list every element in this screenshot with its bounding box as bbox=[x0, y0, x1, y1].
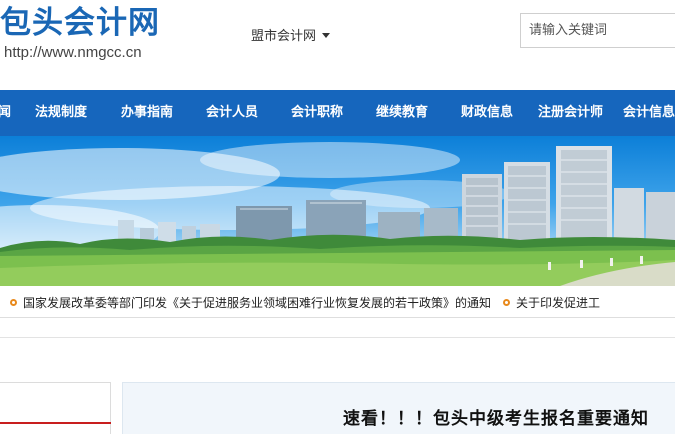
nav-item-guide[interactable]: 办事指南 bbox=[121, 90, 173, 136]
nav-item-news[interactable]: 闻 bbox=[0, 90, 11, 136]
site-header: 包头会计网 http://www.nmgcc.cn 盟市会计网 bbox=[0, 0, 675, 90]
nav-item-cpa[interactable]: 注册会计师 bbox=[538, 90, 603, 136]
left-panel-accent-bar bbox=[0, 422, 111, 424]
chevron-down-icon bbox=[322, 33, 331, 38]
nav-item-regulations[interactable]: 法规制度 bbox=[35, 90, 87, 136]
bullet-icon bbox=[503, 299, 511, 306]
ticker-link[interactable]: 国家发展改革委等部门印发《关于促进服务业领域困难行业恢复发展的若干政策》的通知 bbox=[23, 294, 491, 311]
nav-item-education[interactable]: 继续教育 bbox=[376, 90, 428, 136]
nav-item-titles[interactable]: 会计职称 bbox=[291, 90, 343, 136]
site-logo-title[interactable]: 包头会计网 bbox=[0, 2, 160, 44]
left-news-panel bbox=[0, 382, 111, 434]
headline-link[interactable]: 速看！！！包头中级考生报名重要通知 bbox=[343, 404, 649, 429]
search-input[interactable] bbox=[521, 14, 675, 47]
main-nav: 闻 法规制度 办事指南 会计人员 会计职称 继续教育 财政信息 注册会计师 会计… bbox=[0, 90, 675, 136]
ticker-link[interactable]: 关于印发促进工 bbox=[516, 294, 600, 311]
news-ticker: 国家发展改革委等部门印发《关于促进服务业领域困难行业恢复发展的若干政策》的通知 … bbox=[0, 286, 675, 318]
hero-banner bbox=[0, 136, 675, 286]
ticker-row: 国家发展改革委等部门印发《关于促进服务业领域困难行业恢复发展的若干政策》的通知 … bbox=[10, 294, 600, 311]
nav-item-info[interactable]: 会计信息 bbox=[623, 90, 675, 136]
city-site-dropdown-label: 盟市会计网 bbox=[251, 29, 317, 44]
city-skyline-illustration bbox=[0, 142, 675, 286]
nav-item-accountants[interactable]: 会计人员 bbox=[206, 90, 258, 136]
city-site-dropdown[interactable]: 盟市会计网 bbox=[251, 25, 331, 44]
nav-item-finance[interactable]: 财政信息 bbox=[461, 90, 513, 136]
section-divider bbox=[0, 337, 675, 338]
bullet-icon bbox=[10, 299, 17, 306]
search-box[interactable] bbox=[520, 13, 675, 48]
site-logo-url: http://www.nmgcc.cn bbox=[4, 44, 142, 61]
